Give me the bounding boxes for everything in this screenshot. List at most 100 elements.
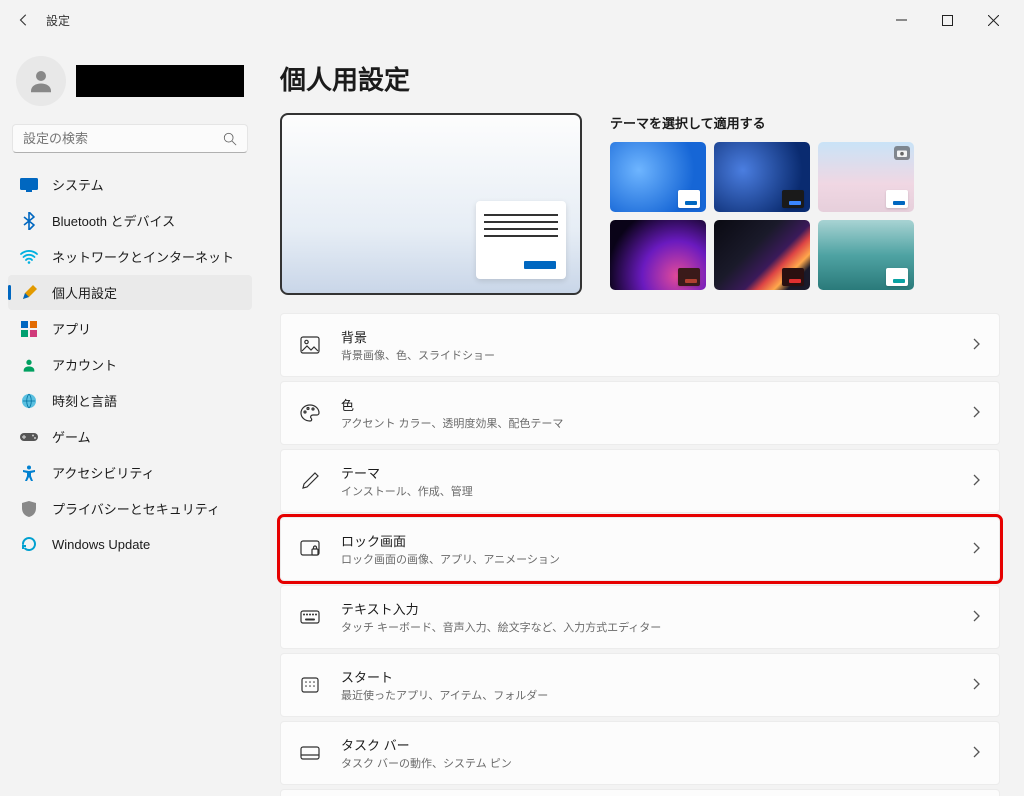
avatar — [16, 56, 66, 106]
nav-item-bluetooth[interactable]: Bluetooth とデバイス — [8, 203, 252, 238]
nav-item-accessibility[interactable]: アクセシビリティ — [8, 455, 252, 490]
setting-desc: タスク バーの動作、システム ピン — [341, 755, 971, 771]
globe-icon — [20, 392, 38, 410]
keyboard-icon — [299, 610, 321, 624]
nav-label: ネットワークとインターネット — [52, 247, 234, 266]
nav-item-network[interactable]: ネットワークとインターネット — [8, 239, 252, 274]
setting-desc: 背景画像、色、スライドショー — [341, 347, 971, 363]
nav-label: アプリ — [52, 319, 91, 338]
nav-label: 個人用設定 — [52, 283, 117, 302]
display-icon — [20, 176, 38, 194]
setting-desc: タッチ キーボード、音声入力、絵文字など、入力方式エディター — [341, 619, 971, 635]
palette-icon — [299, 404, 321, 422]
chevron-right-icon — [971, 610, 981, 625]
theme-grid — [610, 142, 1000, 290]
nav-label: アクセシビリティ — [52, 463, 155, 482]
user-name-redacted — [76, 65, 244, 97]
nav-label: システム — [52, 175, 104, 194]
window-controls — [878, 4, 1016, 36]
setting-desc: ロック画面の画像、アプリ、アニメーション — [341, 551, 971, 567]
chevron-right-icon — [971, 338, 981, 353]
theme-thumb-4[interactable] — [610, 220, 706, 290]
search-box[interactable] — [12, 124, 248, 153]
nav-label: プライバシーとセキュリティ — [52, 499, 220, 518]
picture-icon — [299, 336, 321, 354]
nav-label: 時刻と言語 — [52, 391, 117, 410]
titlebar: 設定 — [0, 0, 1024, 40]
chevron-right-icon — [971, 746, 981, 761]
wifi-icon — [20, 248, 38, 266]
lock-screen-icon — [299, 540, 321, 558]
bluetooth-icon — [20, 212, 38, 230]
theme-thumb-6[interactable] — [818, 220, 914, 290]
theme-thumb-5[interactable] — [714, 220, 810, 290]
arrow-left-icon — [17, 13, 31, 27]
chevron-right-icon — [971, 406, 981, 421]
theme-thumb-3[interactable] — [818, 142, 914, 212]
nav-item-apps[interactable]: アプリ — [8, 311, 252, 346]
camera-icon — [894, 146, 910, 160]
preview-row: テーマを選択して適用する — [280, 113, 1000, 295]
search-icon — [223, 132, 237, 146]
nav-item-time-language[interactable]: 時刻と言語 — [8, 383, 252, 418]
maximize-icon — [942, 15, 953, 26]
nav-list: システム Bluetooth とデバイス ネットワークとインターネット 個人用設… — [8, 167, 252, 561]
app-title: 設定 — [46, 12, 70, 29]
chevron-right-icon — [971, 678, 981, 693]
setting-fonts[interactable]: AA フォント インストール、管理 — [280, 789, 1000, 796]
chevron-right-icon — [971, 542, 981, 557]
preview-window — [476, 201, 566, 279]
nav-item-windows-update[interactable]: Windows Update — [8, 527, 252, 561]
setting-title: ロック画面 — [341, 531, 971, 550]
sidebar: システム Bluetooth とデバイス ネットワークとインターネット 個人用設… — [0, 40, 260, 796]
nav-item-account[interactable]: アカウント — [8, 347, 252, 382]
user-block[interactable] — [8, 48, 252, 124]
nav-item-personalization[interactable]: 個人用設定 — [8, 275, 252, 310]
back-button[interactable] — [8, 4, 40, 36]
setting-desc: 最近使ったアプリ、アイテム、フォルダー — [341, 687, 971, 703]
paint-icon — [20, 284, 38, 302]
setting-themes[interactable]: テーマ インストール、作成、管理 — [280, 449, 1000, 513]
setting-desc: インストール、作成、管理 — [341, 483, 971, 499]
setting-desc: アクセント カラー、透明度効果、配色テーマ — [341, 415, 971, 431]
setting-lock-screen[interactable]: ロック画面 ロック画面の画像、アプリ、アニメーション — [280, 517, 1000, 581]
themes-heading: テーマを選択して適用する — [610, 113, 1000, 132]
setting-text-input[interactable]: テキスト入力 タッチ キーボード、音声入力、絵文字など、入力方式エディター — [280, 585, 1000, 649]
nav-label: ゲーム — [52, 427, 91, 446]
minimize-icon — [896, 15, 907, 26]
setting-title: タスク バー — [341, 735, 971, 754]
shield-icon — [20, 500, 38, 518]
chevron-right-icon — [971, 474, 981, 489]
setting-background[interactable]: 背景 背景画像、色、スライドショー — [280, 313, 1000, 377]
nav-item-system[interactable]: システム — [8, 167, 252, 202]
minimize-button[interactable] — [878, 4, 924, 36]
desktop-preview — [280, 113, 582, 295]
update-icon — [20, 535, 38, 553]
setting-title: 色 — [341, 395, 971, 414]
setting-title: 背景 — [341, 327, 971, 346]
person-icon — [26, 66, 56, 96]
setting-title: テーマ — [341, 463, 971, 482]
setting-start[interactable]: スタート 最近使ったアプリ、アイテム、フォルダー — [280, 653, 1000, 717]
main-content: 個人用設定 テーマを選択して適用する — [260, 40, 1024, 796]
theme-thumb-2[interactable] — [714, 142, 810, 212]
setting-taskbar[interactable]: タスク バー タスク バーの動作、システム ピン — [280, 721, 1000, 785]
taskbar-icon — [299, 746, 321, 760]
nav-label: Bluetooth とデバイス — [52, 211, 175, 230]
start-icon — [299, 677, 321, 693]
setting-colors[interactable]: 色 アクセント カラー、透明度効果、配色テーマ — [280, 381, 1000, 445]
close-icon — [988, 15, 999, 26]
game-icon — [20, 428, 38, 446]
close-button[interactable] — [970, 4, 1016, 36]
themes-section: テーマを選択して適用する — [610, 113, 1000, 295]
theme-thumb-1[interactable] — [610, 142, 706, 212]
maximize-button[interactable] — [924, 4, 970, 36]
apps-icon — [20, 320, 38, 338]
nav-item-privacy[interactable]: プライバシーとセキュリティ — [8, 491, 252, 526]
account-icon — [20, 356, 38, 374]
nav-label: アカウント — [52, 355, 117, 374]
search-input[interactable] — [23, 131, 223, 146]
accessibility-icon — [20, 464, 38, 482]
setting-title: スタート — [341, 667, 971, 686]
nav-item-game[interactable]: ゲーム — [8, 419, 252, 454]
